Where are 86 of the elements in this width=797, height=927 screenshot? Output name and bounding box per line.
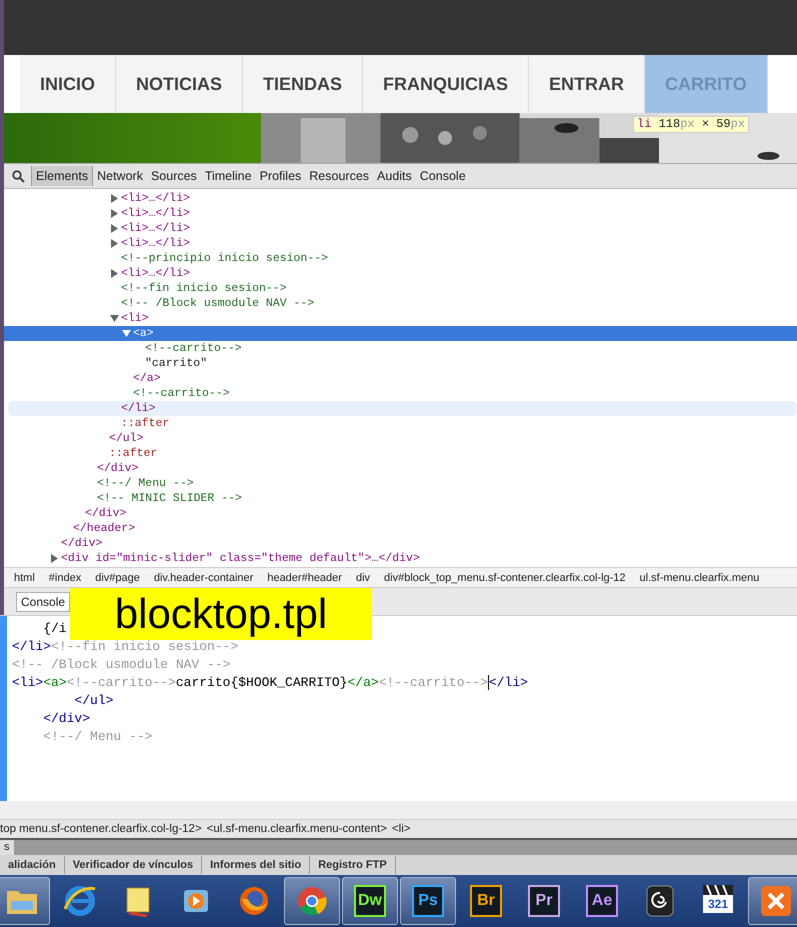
devtools-tab[interactable]: Timeline	[200, 166, 256, 186]
code-line: </ul>	[73, 692, 114, 710]
dom-node-text[interactable]: <a>	[133, 326, 154, 341]
dom-node-text[interactable]: <!-- MINIC SLIDER -->	[97, 491, 242, 506]
tag-path-item[interactable]: top menu.sf-contener.clearfix.col-lg-12>	[0, 823, 202, 836]
nav-menu-item[interactable]: INICIO	[20, 55, 116, 113]
dom-node-text[interactable]: </header>	[73, 521, 136, 536]
breadcrumb-item[interactable]: div.header-container	[154, 572, 254, 584]
code-line: </li><!--fin inicio sesion-->	[11, 638, 240, 656]
nav-menu-item[interactable]: NOTICIAS	[116, 55, 244, 113]
code-line: </div>	[42, 710, 92, 728]
dom-node-text[interactable]: </div>	[61, 536, 102, 551]
dom-node-text[interactable]: <li>…</li>	[121, 266, 190, 281]
dom-node-text[interactable]: <!--principio inicio sesion-->	[121, 251, 328, 266]
element-size-tooltip: li 118px × 59px	[633, 116, 750, 133]
taskbar-button[interactable]	[748, 877, 797, 926]
code-line: <li><a><!--carrito-->carrito{$HOOK_CARRITO}</a><!--carrito--></li>	[11, 674, 529, 692]
selected-dom-row[interactable]: <a>	[4, 326, 797, 341]
dom-node-text[interactable]: <!--/ Menu -->	[97, 476, 194, 491]
dom-node-text[interactable]: </ul>	[109, 431, 144, 446]
dom-node-text[interactable]: <li>	[121, 311, 149, 326]
dom-node-text[interactable]: </li>	[121, 401, 156, 416]
app-icon: Pr	[528, 885, 560, 918]
devtools-tab[interactable]: Profiles	[256, 166, 306, 186]
code-line: {/i	[42, 620, 68, 638]
nav-menu-item[interactable]: TIENDAS	[243, 55, 364, 113]
chrome-icon	[296, 885, 328, 918]
breadcrumb-item[interactable]: div#page	[95, 572, 140, 584]
tag-path-item[interactable]: <ul.sf-menu.clearfix.menu-content>	[206, 823, 387, 836]
panel-tab[interactable]: Registro FTP	[310, 856, 396, 874]
dom-node-text[interactable]: </div>	[97, 461, 138, 476]
panel-tab[interactable]: alidación	[0, 856, 65, 874]
devtools-tab[interactable]: Audits	[373, 166, 416, 186]
console-button[interactable]: Console	[16, 592, 70, 612]
app-icon: Br	[470, 885, 502, 918]
xampp-icon	[760, 885, 792, 918]
dom-node-text[interactable]: <!--carrito-->	[145, 341, 242, 356]
dom-node-text[interactable]: <li>…</li>	[121, 221, 190, 236]
code-line: <!--/ Menu -->	[42, 728, 154, 746]
app-icon: Dw	[354, 885, 386, 918]
breadcrumb-item[interactable]: html	[14, 572, 35, 584]
dom-node-text[interactable]: ::after	[121, 416, 170, 431]
nav-menu-item[interactable]: ENTRAR	[529, 55, 646, 113]
devtools-tab[interactable]: Sources	[146, 166, 201, 186]
devtools-tab[interactable]: Network	[93, 166, 147, 186]
dom-node-text[interactable]: <!-- /Block usmodule NAV -->	[121, 296, 314, 311]
breadcrumb-item[interactable]: #index	[48, 572, 82, 584]
search-icon[interactable]	[12, 170, 25, 182]
taskbar-button[interactable]: Br	[458, 877, 514, 926]
expand-triangle-icon[interactable]	[110, 269, 119, 278]
taskbar-button[interactable]: Pr	[516, 877, 572, 926]
file-name-label: blocktop.tpl	[70, 588, 372, 640]
breadcrumb-item[interactable]: div	[356, 572, 370, 584]
dom-node-text[interactable]: </a>	[133, 371, 161, 386]
taskbar-button[interactable]: Ae	[574, 877, 630, 926]
taskbar-button[interactable]: Dw	[342, 877, 398, 926]
app-icon: Ps	[412, 885, 444, 918]
breadcrumb-item[interactable]: div#block_top_menu.sf-contener.clearfix.col-lg-12	[384, 572, 626, 584]
dom-node-text[interactable]: <!--fin inicio sesion-->	[121, 281, 287, 296]
dom-node-text[interactable]: <li>…</li>	[121, 236, 190, 251]
panel-tab[interactable]: Verificador de vínculos	[64, 856, 202, 874]
browser-e-icon	[63, 885, 97, 918]
devtools-tab[interactable]: Elements	[31, 166, 94, 186]
code-line: <!-- /Block usmodule NAV -->	[11, 656, 232, 674]
breadcrumb-item[interactable]: ul.sf-menu.clearfix.menu	[640, 572, 760, 584]
panel-tab[interactable]: Informes del sitio	[202, 856, 310, 874]
devtools-tab[interactable]: Resources	[305, 166, 374, 186]
devtools-tab[interactable]: Console	[416, 166, 470, 186]
hovered-dom-row[interactable]: </li>	[8, 401, 797, 416]
expand-triangle-icon[interactable]	[50, 554, 59, 563]
panel-tab[interactable]: s	[0, 840, 14, 856]
dom-node-text[interactable]: ::after	[109, 446, 158, 461]
dom-node-text[interactable]: "carrito"	[145, 356, 208, 371]
nav-menu-item[interactable]: FRANQUICIAS	[363, 55, 530, 113]
dom-node-text[interactable]: <!--carrito-->	[133, 386, 230, 401]
firefox-icon	[238, 885, 270, 918]
app-icon: Ae	[586, 885, 618, 918]
taskbar-button[interactable]: Ps	[400, 877, 456, 926]
swirl-app-icon	[646, 885, 674, 918]
dom-node-text[interactable]: <li>…</li>	[121, 191, 190, 206]
breadcrumb-item[interactable]: header#header	[267, 572, 342, 584]
dom-node-text[interactable]: <div id="minic-slider" class="theme default">…</div>	[61, 551, 420, 566]
taskbar-button[interactable]: 321	[690, 877, 746, 926]
tag-path-item[interactable]: <li>	[392, 823, 410, 836]
dom-node-text[interactable]: </div>	[85, 506, 126, 521]
dom-node-text[interactable]: <li>…</li>	[121, 206, 190, 221]
